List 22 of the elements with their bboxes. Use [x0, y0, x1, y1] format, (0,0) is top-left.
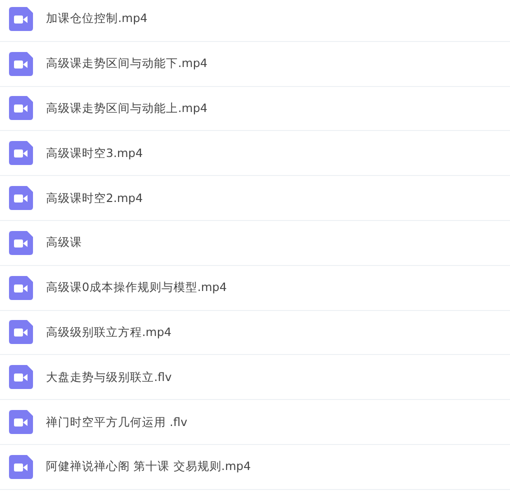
file-name[interactable]: 高级课走势区间与动能上.mp4 [46, 100, 208, 116]
file-name[interactable]: 高级级别联立方程.mp4 [46, 324, 172, 340]
file-name[interactable]: 高级课走势区间与动能下.mp4 [46, 56, 208, 72]
file-name[interactable]: 加课仓位控制.mp4 [46, 11, 148, 26]
video-file-icon [9, 276, 33, 300]
video-file-icon [9, 454, 33, 479]
file-name[interactable]: 高级课 [46, 235, 82, 250]
video-file-icon [9, 186, 33, 210]
video-file-icon [9, 141, 33, 166]
video-file-icon [9, 52, 33, 76]
video-file-icon [9, 96, 33, 120]
video-file-icon [9, 365, 33, 390]
file-name[interactable]: 大盘走势与级别联立.flv [46, 370, 172, 385]
file-name[interactable]: 禅门时空平方几何运用 .flv [46, 414, 188, 430]
video-file-icon [9, 320, 33, 344]
video-file-icon [9, 410, 33, 434]
video-file-icon [9, 6, 33, 31]
file-name[interactable]: 高级课时空2.mp4 [46, 190, 143, 206]
file-name[interactable]: 高级课时空3.mp4 [46, 146, 143, 161]
video-file-icon [9, 230, 33, 255]
file-name[interactable]: 高级课0成本操作规则与模型.mp4 [46, 280, 227, 296]
file-name[interactable]: 阿健禅说禅心阁 第十课 交易规则.mp4 [46, 459, 251, 474]
